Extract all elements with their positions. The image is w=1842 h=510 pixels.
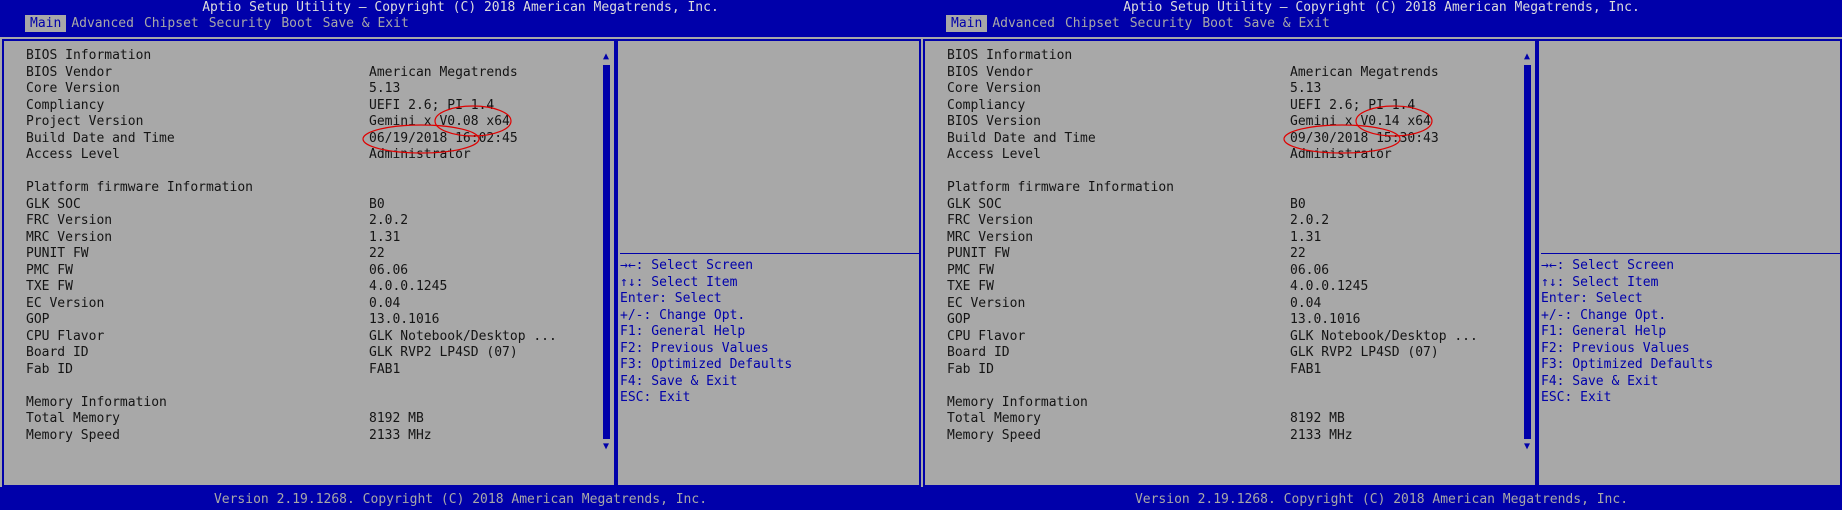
scroll-down-arrow-icon[interactable]: ▼	[1522, 442, 1532, 452]
tab-boot[interactable]: Boot	[1197, 15, 1238, 32]
scrollbar[interactable]: ▲ ▼	[1522, 52, 1532, 452]
tab-bar: Main Advanced Chipset Security Boot Save…	[946, 15, 1335, 32]
help-esc-exit: ESC: Exit	[1541, 390, 1612, 405]
help-enter-select: Enter: Select	[620, 291, 722, 306]
tab-save-exit[interactable]: Save & Exit	[318, 15, 414, 32]
help-f4-save-exit: F4: Save & Exit	[1541, 373, 1659, 389]
help-divider	[620, 253, 921, 254]
bios-screen-right: Aptio Setup Utility – Copyright (C) 2018…	[921, 0, 1842, 510]
scrollbar[interactable]: ▲ ▼	[601, 52, 611, 452]
scroll-down-arrow-icon[interactable]: ▼	[601, 442, 611, 452]
help-f3-optimized-defaults: F3: Optimized Defaults	[620, 357, 793, 372]
help-select-item: ↑↓: Select Item	[620, 274, 738, 290]
tab-main[interactable]: Main	[25, 15, 67, 32]
help-select-screen: →←: Select Screen	[1541, 258, 1675, 273]
window-title: Aptio Setup Utility – Copyright (C) 2018…	[1123, 0, 1640, 15]
help-f2-previous-values: F2: Previous Values	[1541, 340, 1690, 356]
tab-main[interactable]: Main	[946, 15, 988, 32]
help-f4-save-exit: F4: Save & Exit	[620, 373, 738, 389]
tab-chipset[interactable]: Chipset	[1060, 15, 1125, 32]
help-f1-general-help: F1: General Help	[620, 324, 746, 339]
help-f2-previous-values: F2: Previous Values	[620, 340, 769, 356]
scroll-up-arrow-icon[interactable]: ▲	[601, 52, 611, 62]
help-f3-optimized-defaults: F3: Optimized Defaults	[1541, 357, 1714, 372]
content-area: BIOS Information BIOS Vendor American Meg…	[0, 37, 921, 487]
help-enter-select: Enter: Select	[1541, 291, 1643, 306]
help-f1-general-help: F1: General Help	[1541, 324, 1667, 339]
key-help-list: →←: Select Screen ↑↓: Select Item Enter:…	[1541, 258, 1713, 407]
tab-bar: Main Advanced Chipset Security Boot Save…	[25, 15, 414, 32]
tab-security[interactable]: Security	[204, 15, 277, 32]
tab-security[interactable]: Security	[1125, 15, 1198, 32]
scroll-up-arrow-icon[interactable]: ▲	[1522, 52, 1532, 62]
help-change-opt: +/-: Change Opt.	[1541, 307, 1667, 323]
tab-chipset[interactable]: Chipset	[139, 15, 204, 32]
help-change-opt: +/-: Change Opt.	[620, 307, 746, 323]
tab-save-exit[interactable]: Save & Exit	[1239, 15, 1335, 32]
scrollbar-thumb[interactable]	[1524, 65, 1531, 439]
tab-boot[interactable]: Boot	[276, 15, 317, 32]
tab-advanced[interactable]: Advanced	[66, 15, 139, 32]
help-select-item: ↑↓: Select Item	[1541, 274, 1659, 290]
content-area: BIOS Information BIOS Vendor American Meg…	[921, 37, 1842, 487]
window-title: Aptio Setup Utility – Copyright (C) 2018…	[202, 0, 719, 15]
bios-comparison: Aptio Setup Utility – Copyright (C) 2018…	[0, 0, 1842, 510]
bios-screen-left: Aptio Setup Utility – Copyright (C) 2018…	[0, 0, 921, 510]
key-help-list: →←: Select Screen ↑↓: Select Item Enter:…	[620, 258, 792, 407]
tab-advanced[interactable]: Advanced	[987, 15, 1060, 32]
scrollbar-thumb[interactable]	[603, 65, 610, 439]
help-esc-exit: ESC: Exit	[620, 390, 691, 405]
help-divider	[1541, 253, 1842, 254]
help-select-screen: →←: Select Screen	[620, 258, 754, 273]
footer-version: Version 2.19.1268. Copyright (C) 2018 Am…	[1134, 492, 1629, 507]
footer-version: Version 2.19.1268. Copyright (C) 2018 Am…	[213, 492, 708, 507]
